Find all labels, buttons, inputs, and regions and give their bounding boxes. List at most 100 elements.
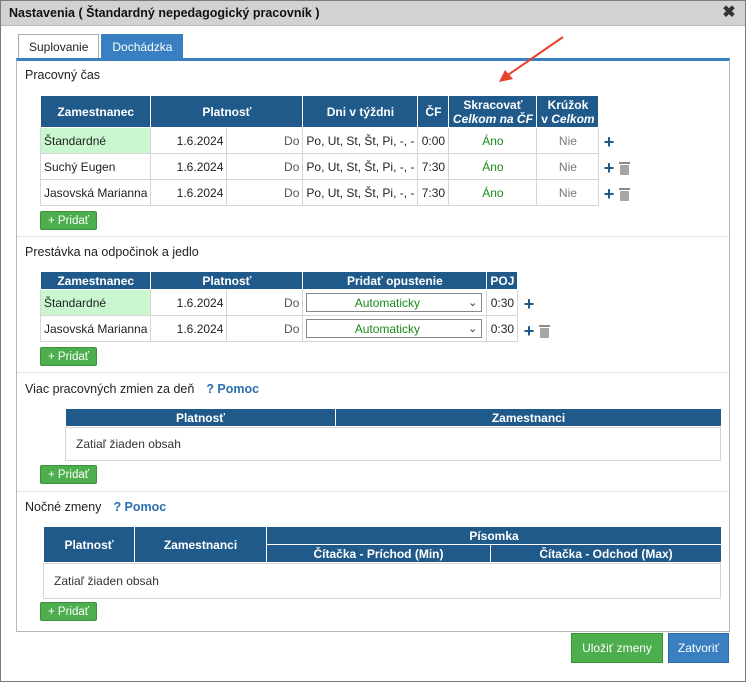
annotation-arrow-icon: [499, 36, 564, 82]
section-divider: [17, 491, 729, 492]
section-divider: [17, 236, 729, 237]
tab-bar: Suplovanie Dochádzka: [18, 34, 185, 58]
row-actions: +: [602, 159, 630, 177]
section-divider: [17, 372, 729, 373]
cell-shorten[interactable]: Áno: [448, 179, 538, 206]
table-row[interactable]: Štandardné 1.6.2024 Do Po, Ut, St, Št, P…: [39, 127, 600, 154]
col-header-circle-line2b: Celkom: [551, 111, 595, 126]
cell-cf[interactable]: 0:00: [417, 127, 450, 154]
leave-select-wrapper: Automaticky ⌄: [306, 319, 483, 338]
trash-icon[interactable]: [619, 161, 630, 175]
trash-icon[interactable]: [619, 187, 630, 201]
annotation-arrow-line: [504, 36, 564, 78]
col-header-circle: Krúžok v Celkom: [536, 95, 600, 128]
leave-select[interactable]: Automaticky: [306, 319, 483, 338]
add-row-icon[interactable]: +: [602, 159, 616, 177]
cell-from[interactable]: 1.6.2024: [150, 127, 228, 154]
add-row-icon[interactable]: +: [602, 133, 616, 151]
multi-shifts-title-text: Viac pracovných zmien za deň: [25, 382, 195, 396]
cell-from[interactable]: 1.6.2024: [150, 153, 228, 180]
cell-days[interactable]: Po, Ut, St, Št, Pi, -, -: [302, 127, 419, 154]
cell-from[interactable]: 1.6.2024: [150, 289, 228, 316]
col-header-shorten-line2: Celkom na ČF: [452, 111, 533, 126]
section-title-breaks: Prestávka na odpočinok a jedlo: [25, 245, 199, 259]
close-button[interactable]: Zatvoriť: [668, 633, 729, 663]
tab-panel: Pracovný čas Zamestnanec Platnosť Dni v …: [16, 58, 730, 632]
cell-cf[interactable]: 7:30: [417, 153, 450, 180]
cell-days[interactable]: Po, Ut, St, Št, Pi, -, -: [302, 153, 419, 180]
cell-days[interactable]: Po, Ut, St, Št, Pi, -, -: [302, 179, 419, 206]
save-changes-button[interactable]: Uložiť zmeny: [571, 633, 663, 663]
add-multi-shift-button[interactable]: + Pridať: [40, 465, 98, 484]
cell-cf[interactable]: 7:30: [417, 179, 450, 206]
help-link[interactable]: ? Pomoc: [206, 382, 259, 396]
settings-dialog: Nastavenia ( Štandardný nepedagogický pr…: [0, 0, 746, 682]
dialog-title: Nastavenia ( Štandardný nepedagogický pr…: [9, 6, 320, 20]
col-header-validity: Platnosť: [150, 271, 304, 290]
cell-employee[interactable]: Suchý Eugen: [39, 153, 152, 180]
leave-select[interactable]: Automaticky: [306, 293, 483, 312]
cell-to[interactable]: Do: [226, 179, 304, 206]
cell-to[interactable]: Do: [226, 127, 304, 154]
table-row[interactable]: Jasovská Marianna 1.6.2024 Do Automatick…: [39, 315, 519, 342]
tab-suplovanie[interactable]: Suplovanie: [18, 34, 100, 58]
add-break-button[interactable]: + Pridať: [40, 347, 98, 366]
cell-select: Automaticky ⌄: [302, 315, 488, 342]
cell-poj[interactable]: 0:30: [486, 289, 519, 316]
col-header-days: Dni v týždni: [302, 95, 419, 128]
section-title-night-shifts: Nočné zmeny ? Pomoc: [25, 500, 166, 514]
table-row[interactable]: Jasovská Marianna 1.6.2024 Do Po, Ut, St…: [39, 179, 600, 206]
row-actions: +: [522, 295, 536, 313]
cell-employee[interactable]: Jasovská Marianna: [39, 315, 152, 342]
col-header-reader-out: Čítačka - Odchod (Max): [490, 544, 722, 563]
multi-shifts-table: Platnosť Zamestnanci: [65, 408, 722, 427]
cell-from[interactable]: 1.6.2024: [150, 179, 228, 206]
leave-select-wrapper: Automaticky ⌄: [306, 293, 483, 312]
col-header-reader-in: Čítačka - Príchod (Min): [266, 544, 491, 563]
row-actions: +: [602, 185, 630, 203]
add-row-icon[interactable]: +: [602, 185, 616, 203]
night-shifts-empty: Zatiaľ žiaden obsah: [43, 563, 721, 599]
night-shifts-title-text: Nočné zmeny: [25, 500, 102, 514]
cell-circle[interactable]: Nie: [536, 127, 600, 154]
col-header-poj: POJ: [486, 271, 519, 290]
table-row[interactable]: Suchý Eugen 1.6.2024 Do Po, Ut, St, Št, …: [39, 153, 600, 180]
cell-employee[interactable]: Štandardné: [39, 127, 152, 154]
add-row-icon[interactable]: +: [522, 295, 536, 313]
cell-from[interactable]: 1.6.2024: [150, 315, 228, 342]
section-title-multi-shifts: Viac pracovných zmien za deň ? Pomoc: [25, 382, 259, 396]
cell-circle[interactable]: Nie: [536, 179, 600, 206]
col-header-employees: Zamestnanci: [335, 408, 722, 427]
table-row[interactable]: Štandardné 1.6.2024 Do Automaticky ⌄ 0:3…: [39, 289, 519, 316]
col-header-validity: Platnosť: [150, 95, 304, 128]
row-actions: +: [602, 133, 616, 151]
section-title-work-time: Pracovný čas: [25, 68, 101, 82]
cell-to[interactable]: Do: [226, 289, 304, 316]
close-icon[interactable]: ✖: [721, 5, 737, 21]
trash-icon[interactable]: [539, 324, 550, 338]
cell-to[interactable]: Do: [226, 315, 304, 342]
cell-poj[interactable]: 0:30: [486, 315, 519, 342]
add-night-shift-button[interactable]: + Pridať: [40, 602, 98, 621]
row-actions: +: [522, 322, 550, 340]
cell-employee[interactable]: Štandardné: [39, 289, 152, 316]
col-header-circle-line2a: v: [541, 111, 552, 126]
multi-shifts-empty: Zatiaľ žiaden obsah: [65, 427, 721, 461]
breaks-table: Zamestnanec Platnosť Pridať opustenie PO…: [39, 271, 519, 342]
col-header-shorten-line1: Skracovať: [463, 97, 523, 112]
cell-shorten[interactable]: Áno: [448, 127, 538, 154]
cell-circle[interactable]: Nie: [536, 153, 600, 180]
col-header-validity: Platnosť: [43, 526, 135, 563]
col-header-shorten: Skracovať Celkom na ČF: [448, 95, 538, 128]
add-work-time-button[interactable]: + Pridať: [40, 211, 98, 230]
help-link[interactable]: ? Pomoc: [113, 500, 166, 514]
col-header-employees: Zamestnanci: [134, 526, 267, 563]
cell-select: Automaticky ⌄: [302, 289, 488, 316]
add-row-icon[interactable]: +: [522, 322, 536, 340]
tab-dochadzka[interactable]: Dochádzka: [101, 34, 184, 58]
cell-shorten[interactable]: Áno: [448, 153, 538, 180]
cell-to[interactable]: Do: [226, 153, 304, 180]
col-header-cf: ČF: [417, 95, 450, 128]
work-time-table: Zamestnanec Platnosť Dni v týždni ČF Skr…: [39, 95, 600, 206]
cell-employee[interactable]: Jasovská Marianna: [39, 179, 152, 206]
